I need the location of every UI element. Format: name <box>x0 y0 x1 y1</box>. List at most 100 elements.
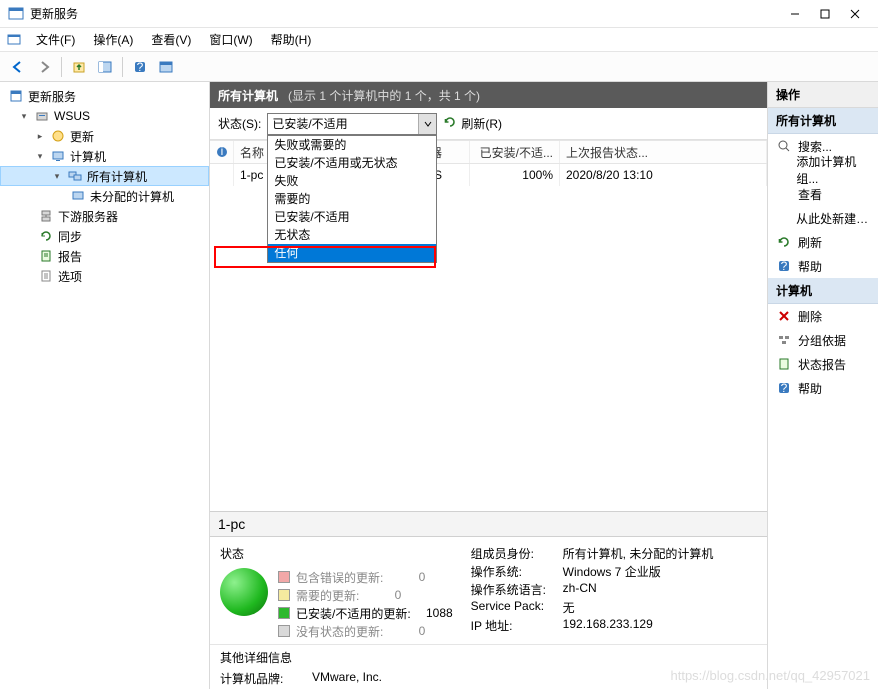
expand-icon[interactable]: ▸ <box>34 131 46 142</box>
combo-option-selected[interactable]: 任何 <box>268 244 436 262</box>
close-button[interactable] <box>840 4 870 24</box>
legend-label: 包含错误的更新: <box>296 569 383 586</box>
menu-view[interactable]: 查看(V) <box>143 29 199 50</box>
info-label: 操作系统语言: <box>471 581 563 599</box>
menu-file[interactable]: 文件(F) <box>28 29 83 50</box>
svg-text:?: ? <box>137 60 144 74</box>
tree-sync[interactable]: 同步 <box>0 226 209 246</box>
action-label: 刷新 <box>798 234 822 251</box>
sync-icon <box>38 228 54 244</box>
status-combo[interactable]: 已安装/不适用 失败或需要的 已安装/不适用或无状态 失败 需要的 已安装/不适… <box>267 113 437 135</box>
combo-option[interactable]: 需要的 <box>268 190 436 208</box>
actions-section-computers: 所有计算机 <box>768 108 878 134</box>
action-group-by[interactable]: 分组依据 <box>768 328 878 352</box>
tree-updates[interactable]: ▸ 更新 <box>0 126 209 146</box>
combo-option[interactable]: 失败 <box>268 172 436 190</box>
other-heading: 其他详细信息 <box>210 644 767 668</box>
collapse-icon[interactable]: ▾ <box>51 171 63 182</box>
tree-all-computers[interactable]: ▾ 所有计算机 <box>0 166 209 186</box>
legend-label: 已安装/不适用的更新: <box>296 605 411 622</box>
action-label: 查看 <box>798 186 822 203</box>
menu-help[interactable]: 帮助(H) <box>263 29 320 50</box>
info-value: zh-CN <box>563 581 597 599</box>
legend-error: 包含错误的更新:0 <box>278 568 453 586</box>
collapse-icon[interactable]: ▾ <box>34 151 46 162</box>
svg-text:?: ? <box>781 259 788 273</box>
info-label: 操作系统: <box>471 563 563 581</box>
refresh-link[interactable]: 刷新(R) <box>443 115 502 132</box>
col-installed[interactable]: 已安装/不适... <box>470 141 560 163</box>
actions-title: 操作 <box>768 82 878 108</box>
col-last-report[interactable]: 上次报告状态... <box>560 141 767 163</box>
dropdown-arrow-icon[interactable] <box>418 114 436 134</box>
tree-label: 所有计算机 <box>87 168 147 185</box>
action-new-window[interactable]: 从此处新建窗口 <box>768 206 878 230</box>
menu-window[interactable]: 窗口(W) <box>201 29 260 50</box>
combo-option[interactable]: 已安装/不适用或无状态 <box>268 154 436 172</box>
tree-computers[interactable]: ▾ 计算机 <box>0 146 209 166</box>
combo-option[interactable]: 失败或需要的 <box>268 136 436 154</box>
add-group-icon <box>776 162 790 178</box>
report-icon <box>38 248 54 264</box>
row-icon <box>210 164 234 186</box>
view-icon <box>776 186 792 202</box>
properties-button[interactable] <box>154 56 178 78</box>
combo-option[interactable]: 已安装/不适用 <box>268 208 436 226</box>
tree-downstream[interactable]: 下游服务器 <box>0 206 209 226</box>
action-status-report[interactable]: 状态报告 <box>768 352 878 376</box>
content-title: 所有计算机 <box>218 87 278 104</box>
group-icon <box>776 332 792 348</box>
refresh-icon <box>443 115 457 132</box>
col-info[interactable]: i <box>210 141 234 163</box>
app-icon <box>8 6 24 22</box>
show-hide-tree-button[interactable] <box>93 56 117 78</box>
action-add-group[interactable]: 添加计算机组... <box>768 158 878 182</box>
action-label: 状态报告 <box>798 356 846 373</box>
delete-icon <box>776 308 792 324</box>
info-value: 所有计算机, 未分配的计算机 <box>563 545 714 563</box>
tree-pane: 更新服务 ▾ WSUS ▸ 更新 ▾ 计算机 ▾ 所有计算机 未分配的计算机 <box>0 82 210 689</box>
info-value: 无 <box>563 599 575 617</box>
action-label: 搜索... <box>798 138 832 155</box>
cell-last-report: 2020/8/20 13:10 <box>560 164 767 186</box>
combo-option[interactable]: 无状态 <box>268 226 436 244</box>
server-icon <box>8 88 24 104</box>
app-small-icon <box>6 32 22 48</box>
tree-label: 更新服务 <box>28 88 76 105</box>
action-delete[interactable]: 删除 <box>768 304 878 328</box>
server-icon <box>34 108 50 124</box>
info-grid: 组成员身份:所有计算机, 未分配的计算机 操作系统:Windows 7 企业版 … <box>471 545 757 640</box>
collapse-icon[interactable]: ▾ <box>18 111 30 122</box>
action-help-2[interactable]: ?帮助 <box>768 376 878 400</box>
tree-root[interactable]: 更新服务 <box>0 86 209 106</box>
help-toolbar-button[interactable]: ? <box>128 56 152 78</box>
tree-unassigned[interactable]: 未分配的计算机 <box>0 186 209 206</box>
minimize-button[interactable] <box>780 4 810 24</box>
maximize-button[interactable] <box>810 4 840 24</box>
tree-wsus[interactable]: ▾ WSUS <box>0 106 209 126</box>
info-label: 组成员身份: <box>471 545 563 563</box>
tree-label: 报告 <box>58 248 82 265</box>
action-refresh[interactable]: 刷新 <box>768 230 878 254</box>
legend-label: 需要的更新: <box>296 587 359 604</box>
forward-button[interactable] <box>32 56 56 78</box>
back-button[interactable] <box>6 56 30 78</box>
info-value: Windows 7 企业版 <box>563 563 661 581</box>
up-button[interactable] <box>67 56 91 78</box>
filter-bar: 状态(S): 已安装/不适用 失败或需要的 已安装/不适用或无状态 失败 需要的… <box>210 108 767 140</box>
status-label: 状态(S): <box>218 115 261 132</box>
action-help[interactable]: ?帮助 <box>768 254 878 278</box>
tree-label: 未分配的计算机 <box>90 188 174 205</box>
action-view[interactable]: 查看 <box>768 182 878 206</box>
menu-bar: 文件(F) 操作(A) 查看(V) 窗口(W) 帮助(H) <box>0 28 878 52</box>
title-bar: 更新服务 <box>0 0 878 28</box>
menu-action[interactable]: 操作(A) <box>85 29 141 50</box>
help-icon: ? <box>776 380 792 396</box>
status-combo-value: 已安装/不适用 <box>272 115 347 132</box>
tree-options[interactable]: 选项 <box>0 266 209 286</box>
swatch-icon <box>278 571 290 583</box>
legend-installed: 已安装/不适用的更新:1088 <box>278 604 453 622</box>
window-title: 更新服务 <box>30 5 78 22</box>
tree-reports[interactable]: 报告 <box>0 246 209 266</box>
info-label: IP 地址: <box>471 617 563 635</box>
